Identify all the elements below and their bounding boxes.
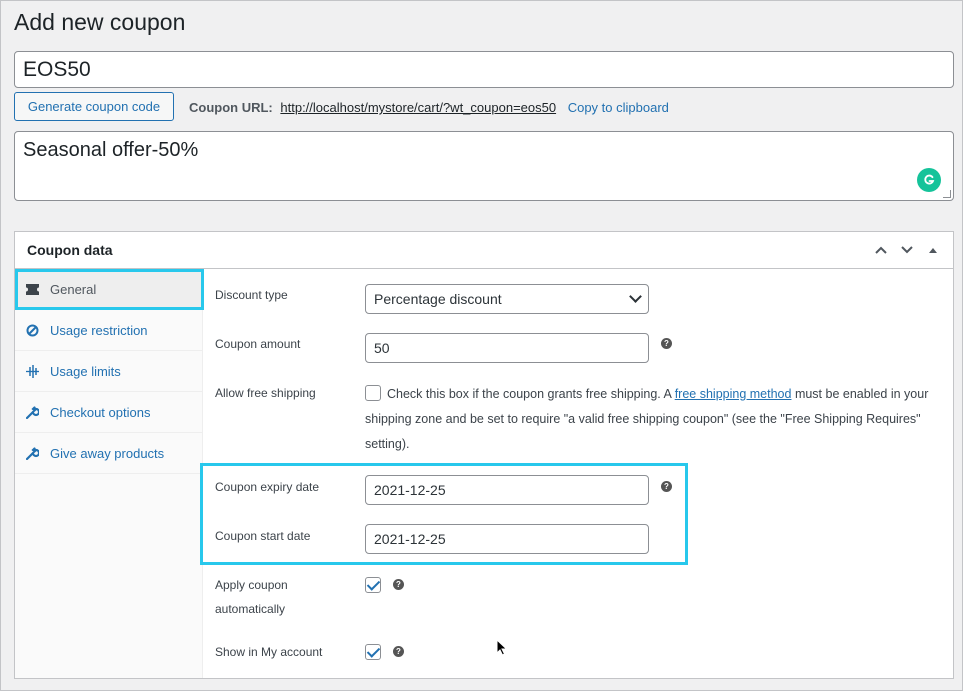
tab-usage-limits[interactable]: Usage limits <box>15 351 202 392</box>
panel-controls <box>871 240 943 260</box>
copy-to-clipboard-link[interactable]: Copy to clipboard <box>568 100 669 115</box>
wrench-icon <box>25 446 39 460</box>
apply-auto-label-line2: automatically <box>215 602 286 616</box>
tab-general[interactable]: General <box>15 269 202 310</box>
help-icon[interactable]: ? <box>393 579 404 590</box>
ticket-icon <box>25 283 39 295</box>
help-icon[interactable]: ? <box>661 481 672 492</box>
expiry-date-input[interactable] <box>365 475 649 505</box>
discount-type-select[interactable]: Percentage discount <box>365 284 649 314</box>
tab-give-away-products[interactable]: Give away products <box>15 433 202 474</box>
coupon-url-label: Coupon URL: <box>189 100 273 115</box>
tab-usage-restriction[interactable]: Usage restriction <box>15 310 202 351</box>
limits-icon <box>25 364 39 378</box>
discount-type-value: Percentage discount <box>374 291 502 307</box>
coupon-url-link[interactable]: http://localhost/mystore/cart/?wt_coupon… <box>280 100 556 115</box>
resize-handle-icon[interactable] <box>943 190 951 198</box>
coupon-url-row: Coupon URL: http://localhost/mystore/car… <box>189 100 669 115</box>
apply-auto-label-line1: Apply coupon <box>215 578 288 592</box>
tab-checkout-options[interactable]: Checkout options <box>15 392 202 433</box>
generate-coupon-code-button[interactable]: Generate coupon code <box>14 92 174 121</box>
collapse-toggle-icon[interactable] <box>923 240 943 260</box>
show-account-checkbox[interactable] <box>365 644 381 660</box>
move-up-icon[interactable] <box>871 240 891 260</box>
expiry-date-label: Coupon expiry date <box>215 480 320 494</box>
page-title: Add new coupon <box>14 9 186 35</box>
coupon-data-panel: Coupon data General Usage restriction Us… <box>14 231 954 679</box>
apply-auto-checkbox[interactable] <box>365 577 381 593</box>
tab-label: Usage limits <box>50 363 121 379</box>
apply-auto-label: Apply coupon automatically <box>215 573 288 621</box>
coupon-amount-input[interactable] <box>365 333 649 363</box>
coupon-description-text: Seasonal offer-50% <box>23 139 199 161</box>
free-shipping-text-1: Check this box if the coupon grants free… <box>387 387 672 401</box>
panel-title: Coupon data <box>27 242 113 258</box>
coupon-code-input[interactable] <box>14 51 954 88</box>
block-icon <box>25 324 39 337</box>
start-date-label: Coupon start date <box>215 529 311 543</box>
free-shipping-label: Allow free shipping <box>215 386 316 400</box>
tab-label: Give away products <box>50 445 165 461</box>
coupon-description-textarea[interactable]: Seasonal offer-50% <box>14 131 954 201</box>
help-icon[interactable]: ? <box>393 646 404 657</box>
discount-type-label: Discount type <box>215 288 288 302</box>
coupon-amount-label: Coupon amount <box>215 337 301 351</box>
panel-header: Coupon data <box>15 232 953 269</box>
start-date-input[interactable] <box>365 524 649 554</box>
tab-label: Checkout options <box>50 404 151 420</box>
free-shipping-method-link[interactable]: free shipping method <box>675 387 792 401</box>
tab-label: Usage restriction <box>50 322 148 338</box>
wrench-icon <box>25 405 39 419</box>
chevron-down-icon <box>629 290 642 303</box>
coupon-data-tabs: General Usage restriction Usage limits C… <box>15 269 203 678</box>
help-icon[interactable]: ? <box>661 338 672 349</box>
move-down-icon[interactable] <box>897 240 917 260</box>
grammarly-icon[interactable] <box>917 168 941 192</box>
tab-label: General <box>50 281 97 297</box>
show-account-label: Show in My account <box>215 645 323 659</box>
free-shipping-description: Check this box if the coupon grants free… <box>365 382 935 457</box>
